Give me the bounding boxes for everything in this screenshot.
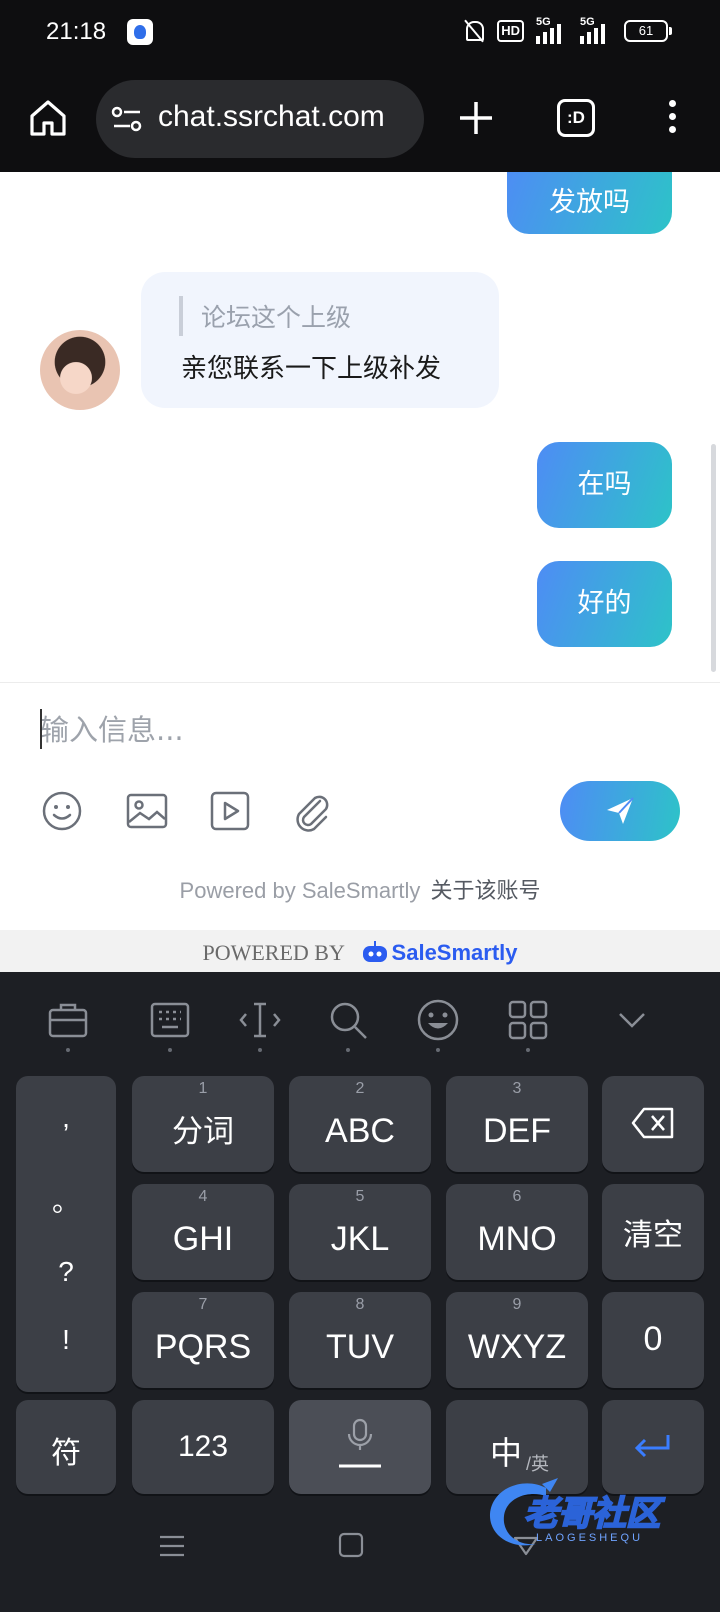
send-button[interactable] (560, 781, 680, 841)
key-0[interactable]: 0 (602, 1292, 704, 1388)
powered-by-label: POWERED BY (202, 940, 345, 965)
search-icon[interactable] (326, 998, 370, 1042)
hd-voice-badge: HD (497, 20, 524, 42)
key-question[interactable]: ? (16, 1256, 116, 1288)
key-exclaim[interactable]: ! (16, 1324, 116, 1356)
emoji-icon[interactable] (40, 789, 84, 833)
emoji-icon[interactable] (416, 998, 460, 1042)
signal-2-icon: 5G (580, 16, 612, 44)
quote-bar (179, 296, 183, 336)
outgoing-message: 好的 (537, 561, 672, 647)
outgoing-message: 在吗 (537, 442, 672, 528)
punctuation-column[interactable]: , 。 ? ! (16, 1076, 116, 1392)
collapse-keyboard-icon[interactable] (610, 998, 654, 1042)
powered-by-line: Powered by SaleSmartly 关于该账号 (0, 873, 720, 905)
key-3[interactable]: 3 DEF (446, 1076, 588, 1172)
send-icon (607, 797, 634, 824)
home-nav-icon[interactable] (338, 1532, 364, 1558)
url-text: chat.ssrchat.com (158, 100, 385, 133)
text-caret (40, 709, 42, 749)
site-settings-icon[interactable] (110, 104, 144, 134)
mute-icon (463, 19, 485, 43)
key-1[interactable]: 1 分词 (132, 1076, 274, 1172)
message-composer: Powered by SaleSmartly 关于该账号 (0, 682, 720, 930)
key-5[interactable]: 5 JKL (289, 1184, 431, 1280)
key-comma[interactable]: , (16, 1102, 116, 1134)
menu-nav-icon[interactable] (158, 1532, 186, 1560)
more-menu-icon[interactable] (662, 100, 682, 140)
tab-switcher-button[interactable]: :D (557, 99, 595, 137)
key-4[interactable]: 4 GHI (132, 1184, 274, 1280)
notification-app-icon (127, 19, 153, 45)
backspace-key[interactable] (602, 1076, 704, 1172)
address-bar[interactable]: chat.ssrchat.com (96, 80, 424, 158)
quoted-text: 论坛这个上级 (201, 303, 352, 332)
enter-icon (634, 1435, 670, 1458)
key-7[interactable]: 7 PQRS (132, 1292, 274, 1388)
laogeshequ-watermark: 老哥社区 LAOGESHEQU (484, 1474, 706, 1564)
powered-by-banner[interactable]: POWERED BY SaleSmartly (0, 930, 720, 972)
keyboard-layout-icon[interactable] (148, 998, 192, 1042)
space-key[interactable] (289, 1400, 431, 1494)
browser-toolbar: chat.ssrchat.com :D (0, 64, 720, 172)
chat-messages: 发放吗 论坛这个上级 亲您联系一下上级补发 在吗 好的 (0, 172, 720, 682)
status-bar: 21:18 HD 5G 5G 61 (0, 0, 720, 64)
agent-avatar (40, 330, 120, 410)
battery-indicator: 61 (624, 20, 672, 42)
new-tab-icon[interactable] (456, 98, 496, 138)
video-upload-icon[interactable] (208, 789, 252, 833)
symbols-key[interactable]: 符 (16, 1400, 116, 1494)
backspace-icon (631, 1107, 674, 1139)
message-input[interactable] (40, 707, 660, 753)
attachment-icon[interactable] (290, 789, 334, 833)
image-upload-icon[interactable] (125, 789, 169, 833)
watermark-subtext: LAOGESHEQU (536, 1532, 644, 1544)
powered-by-text[interactable]: Powered by SaleSmartly (180, 878, 421, 903)
status-time: 21:18 (46, 18, 107, 45)
salesmartly-brand: SaleSmartly (391, 940, 518, 965)
microphone-icon (339, 1418, 381, 1468)
watermark-text: 老哥社区 (523, 1493, 661, 1535)
keyboard-toolbar (0, 972, 720, 1072)
message-text: 亲您联系一下上级补发 (181, 354, 442, 384)
salesmartly-logo-icon (362, 940, 387, 962)
clear-key[interactable]: 清空 (602, 1184, 704, 1280)
key-period[interactable]: 。 (16, 1180, 116, 1220)
outgoing-message: 发放吗 (507, 172, 672, 234)
signal-1-icon: 5G (536, 16, 568, 44)
keyboard: , 。 ? ! 1 分词 2 ABC 3 DEF 4 GHI 5 JKL 6 MNO 清空 … (0, 972, 720, 1612)
key-9[interactable]: 9 WXYZ (446, 1292, 588, 1388)
cursor-move-icon[interactable] (238, 998, 282, 1042)
key-2[interactable]: 2 ABC (289, 1076, 431, 1172)
status-icons: HD 5G 5G 61 (463, 16, 672, 44)
chat-scrollbar[interactable] (711, 444, 716, 672)
toolbox-icon[interactable] (46, 998, 90, 1042)
system-navigation-bar: 老哥社区 LAOGESHEQU (0, 1478, 720, 1612)
home-icon[interactable] (26, 96, 70, 140)
numbers-key[interactable]: 123 (132, 1400, 274, 1494)
about-account-link[interactable]: 关于该账号 (430, 879, 540, 904)
key-8[interactable]: 8 TUV (289, 1292, 431, 1388)
key-6[interactable]: 6 MNO (446, 1184, 588, 1280)
apps-grid-icon[interactable] (506, 998, 550, 1042)
incoming-message: 论坛这个上级 亲您联系一下上级补发 (141, 272, 499, 408)
